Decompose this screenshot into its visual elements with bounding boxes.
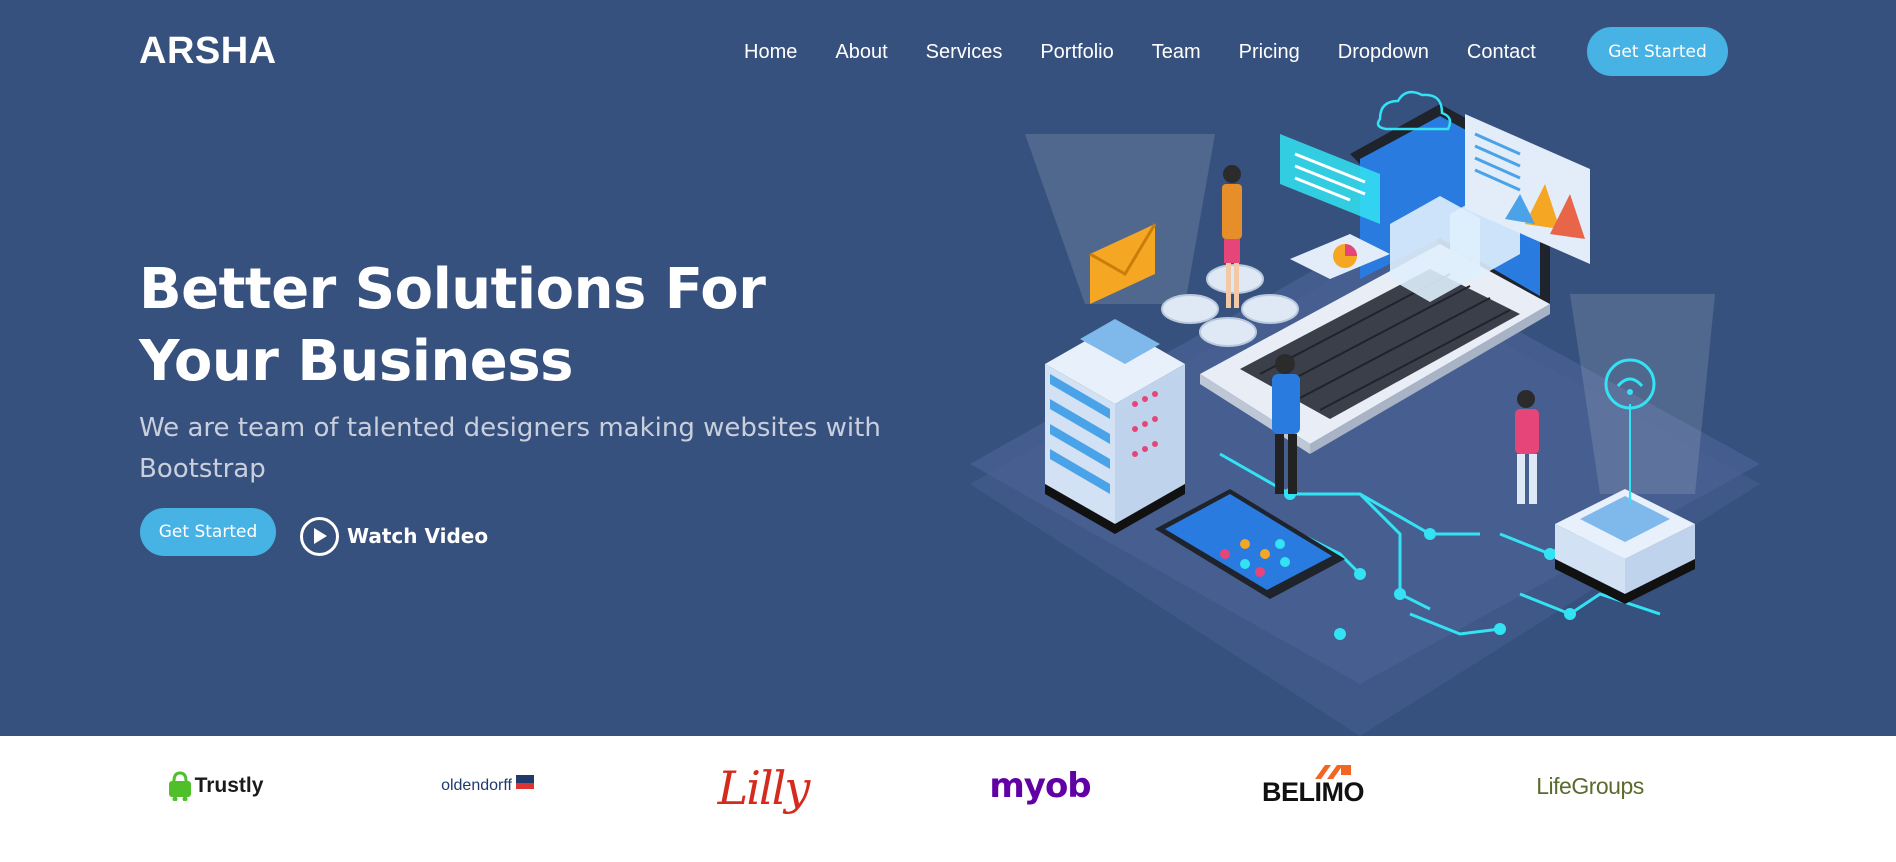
client-logo-lilly: Lilly xyxy=(708,758,818,818)
client-name: oldendorff xyxy=(441,777,512,794)
clients-strip: Trustly oldendorff Lilly myob BELIMO Lif… xyxy=(0,736,1896,862)
client-logo-myob: myob xyxy=(989,756,1091,816)
nav-item-portfolio[interactable]: Portfolio xyxy=(1040,41,1113,64)
client-name: myob xyxy=(989,766,1091,806)
nav-get-started-button[interactable]: Get Started xyxy=(1587,27,1728,76)
hero-get-started-button[interactable]: Get Started xyxy=(140,508,276,556)
hero-subtitle: We are team of talented designers making… xyxy=(139,413,881,484)
hero-title: Better Solutions For Your Business xyxy=(139,257,766,394)
nav-item-pricing[interactable]: Pricing xyxy=(1239,41,1300,64)
nav-item-team[interactable]: Team xyxy=(1152,41,1201,64)
client-logo-belimo: BELIMO xyxy=(1258,756,1368,816)
nav-item-about[interactable]: About xyxy=(835,41,887,64)
client-logo-oldendorff: oldendorff xyxy=(436,756,540,816)
oldendorff-flag-icon xyxy=(515,775,534,789)
site-logo[interactable]: ARSHA xyxy=(139,30,277,73)
nav-item-dropdown[interactable]: Dropdown xyxy=(1338,41,1429,64)
client-name: Lilly xyxy=(717,761,811,815)
client-logo-trustly: Trustly xyxy=(160,756,270,816)
client-name: LifeGroups xyxy=(1536,772,1644,799)
client-name: BELIMO xyxy=(1262,776,1365,807)
nav-item-contact[interactable]: Contact xyxy=(1467,41,1536,64)
nav-item-home[interactable]: Home xyxy=(744,41,797,64)
client-name: Trustly xyxy=(194,774,264,797)
nav-item-services[interactable]: Services xyxy=(926,41,1003,64)
hero-illustration xyxy=(970,90,1760,736)
hero-section: ARSHA Home About Services Portfolio Team… xyxy=(0,0,1896,736)
trustly-bag-icon xyxy=(168,771,191,801)
watch-video-button[interactable]: Watch Video xyxy=(300,516,488,556)
client-logo-lifegroups: LifeGroups xyxy=(1535,756,1645,816)
watch-video-label: Watch Video xyxy=(347,524,489,548)
play-circle-icon xyxy=(300,516,339,556)
